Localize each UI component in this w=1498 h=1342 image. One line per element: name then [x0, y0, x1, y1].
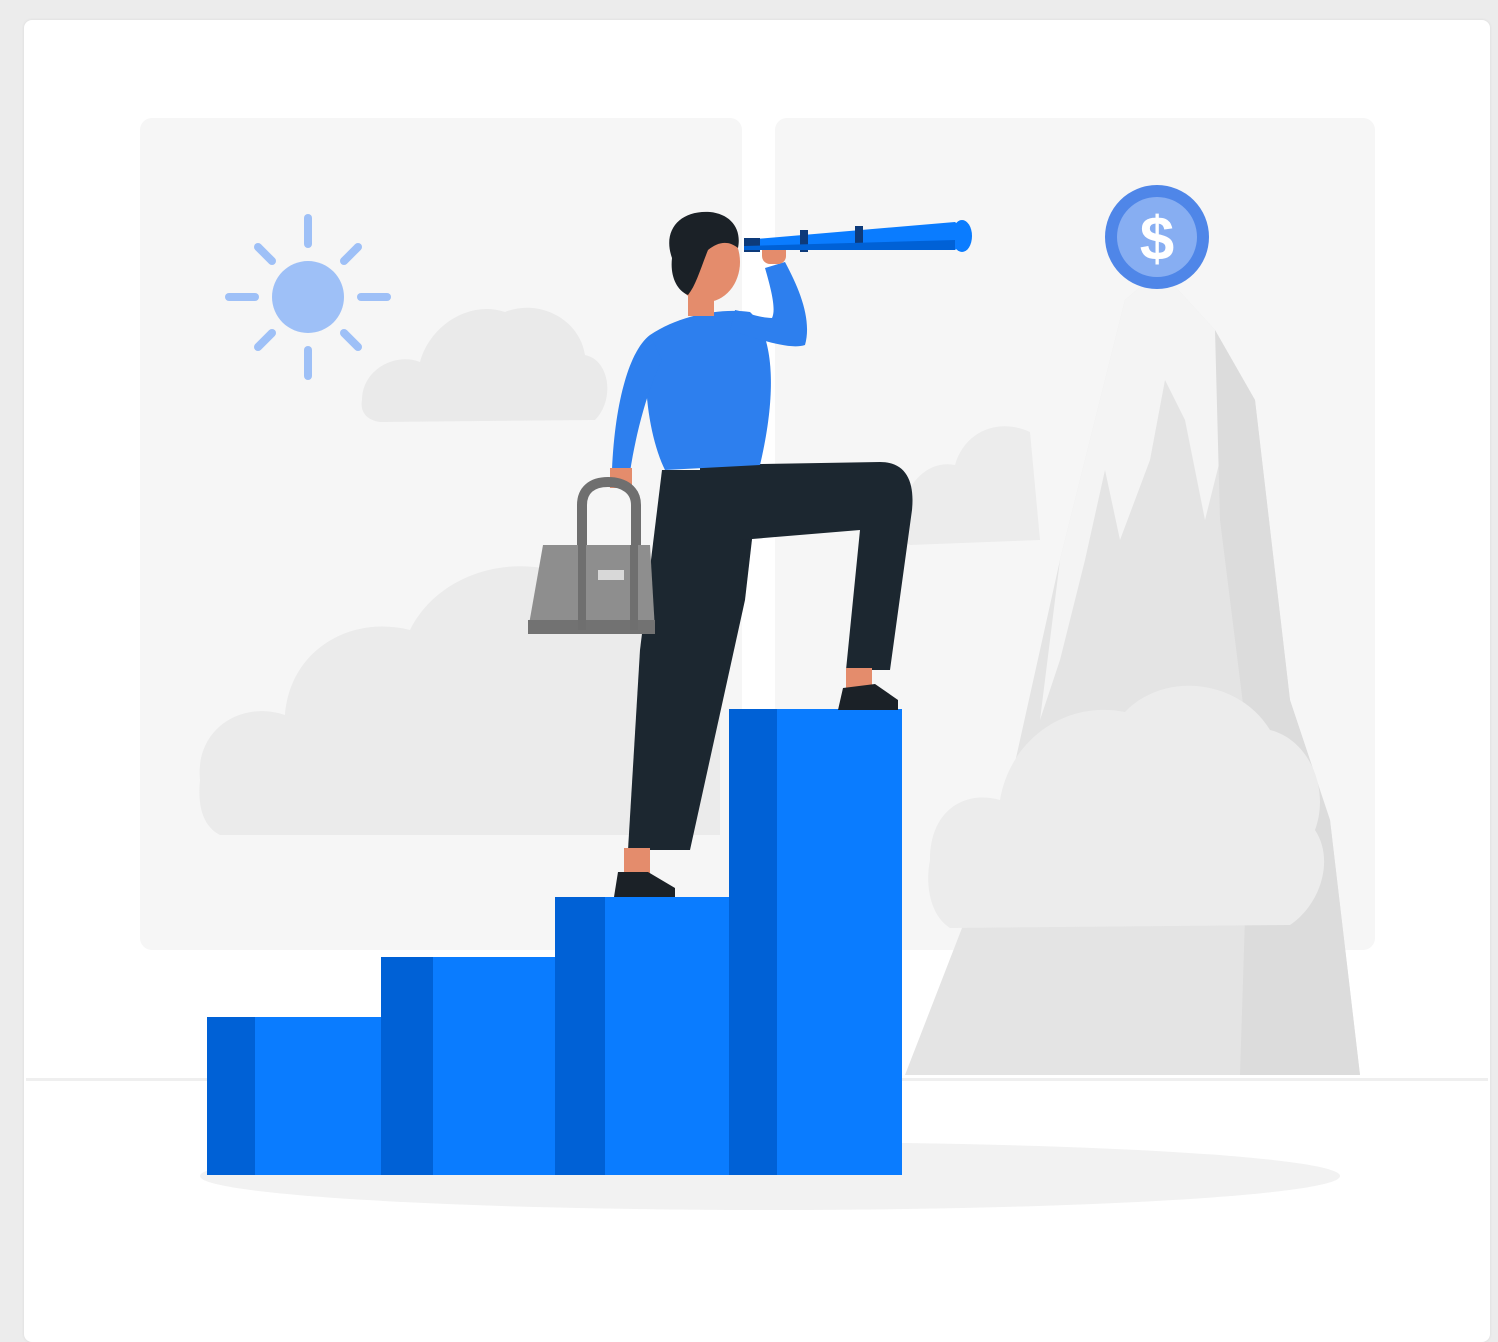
growth-illustration: $ [26, 118, 1488, 1210]
coin-symbol: $ [1140, 205, 1174, 274]
dollar-coin-icon: $ [1105, 185, 1209, 289]
